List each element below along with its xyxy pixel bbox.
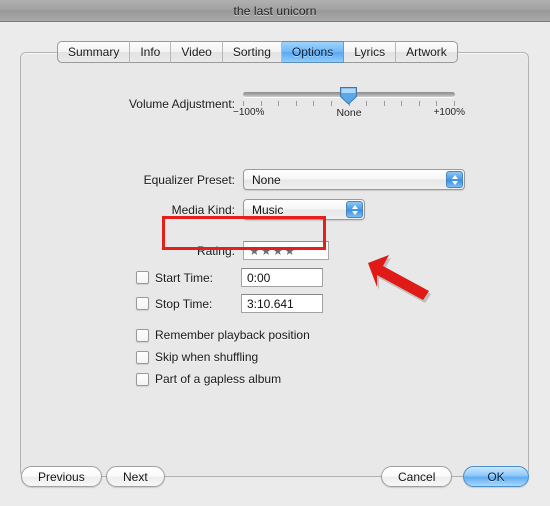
tab-lyrics-label: Lyrics [354,45,386,59]
tab-info-label: Info [140,45,161,59]
ok-button[interactable]: OK [463,466,529,487]
tab-video-label: Video [181,45,212,59]
equalizer-preset-row: Equalizer Preset: None [0,169,509,190]
tab-info[interactable]: Info [130,41,172,63]
tab-sorting[interactable]: Sorting [222,41,282,63]
rating-star-1-icon[interactable]: ★ [249,245,260,257]
next-button[interactable]: Next [106,466,165,487]
rating-stars[interactable]: ★ ★ ★ ★ · [249,245,301,257]
start-time-row: Start Time: 0:00 [136,268,323,287]
stop-time-checkbox[interactable] [136,297,149,310]
song-info-window: the last unicorn Summary Info Video Sort… [0,0,550,506]
skip-when-shuffling-label: Skip when shuffling [155,350,259,364]
rating-field[interactable]: ★ ★ ★ ★ · [243,241,329,260]
chevron-updown-icon[interactable] [346,201,363,218]
chevron-updown-icon[interactable] [446,171,463,188]
stop-time-input[interactable]: 3:10.641 [241,294,323,313]
rating-label: Rating: [196,243,235,258]
volume-min-label: −100% [233,107,265,118]
cancel-button[interactable]: Cancel [381,466,453,487]
tab-options[interactable]: Options [281,41,345,63]
start-time-checkbox[interactable] [136,271,149,284]
window-content: Summary Info Video Sorting Options Lyric… [0,22,550,506]
media-kind-value: Music [252,202,284,217]
media-kind-row: Media Kind: Music [0,199,509,220]
media-kind-label: Media Kind: [171,202,235,217]
remember-playback-position-checkbox[interactable] [136,328,149,342]
volume-slider[interactable]: −100% None +100% [233,84,465,124]
remember-playback-position-label: Remember playback position [155,328,310,342]
window-title: the last unicorn [233,3,317,18]
volume-adjustment-row: Volume Adjustment: −100% None +100% [0,84,509,124]
stop-time-label: Stop Time: [155,296,213,311]
start-time-input[interactable]: 0:00 [241,268,323,287]
tab-summary-label: Summary [68,45,120,59]
tab-bar: Summary Info Video Sorting Options Lyric… [57,41,458,63]
skip-when-shuffling-row: Skip when shuffling [136,350,258,364]
volume-mid-label: None [336,107,362,119]
volume-slider-labels: −100% None +100% [231,107,467,121]
volume-adjustment-label: Volume Adjustment: [128,97,235,111]
skip-when-shuffling-checkbox[interactable] [136,350,149,364]
tab-summary[interactable]: Summary [57,41,131,63]
previous-button[interactable]: Previous [21,466,102,487]
media-kind-select[interactable]: Music [243,199,365,220]
tab-artwork-label: Artwork [406,45,447,59]
rating-star-3-icon[interactable]: ★ [273,245,284,257]
start-time-label: Start Time: [155,270,214,285]
part-of-gapless-album-row: Part of a gapless album [136,372,281,386]
rating-star-4-icon[interactable]: ★ [284,245,295,257]
tab-lyrics[interactable]: Lyrics [344,41,397,63]
equalizer-preset-label: Equalizer Preset: [143,172,235,187]
tab-sorting-label: Sorting [232,45,271,59]
remember-playback-position-row: Remember playback position [136,328,310,342]
rating-star-5-icon[interactable]: · [299,247,301,254]
equalizer-preset-select[interactable]: None [243,169,465,190]
volume-max-label: +100% [433,107,465,118]
part-of-gapless-album-checkbox[interactable] [136,372,149,386]
tab-video[interactable]: Video [171,41,223,63]
title-bar: the last unicorn [0,0,550,22]
part-of-gapless-album-label: Part of a gapless album [155,372,282,386]
stop-time-row: Stop Time: 3:10.641 [136,294,323,313]
rating-row: Rating: ★ ★ ★ ★ · [0,241,509,260]
tab-options-label: Options [291,45,334,59]
equalizer-preset-value: None [252,172,281,187]
tab-artwork[interactable]: Artwork [396,41,458,63]
volume-slider-thumb[interactable] [339,86,358,105]
rating-star-2-icon[interactable]: ★ [261,245,272,257]
